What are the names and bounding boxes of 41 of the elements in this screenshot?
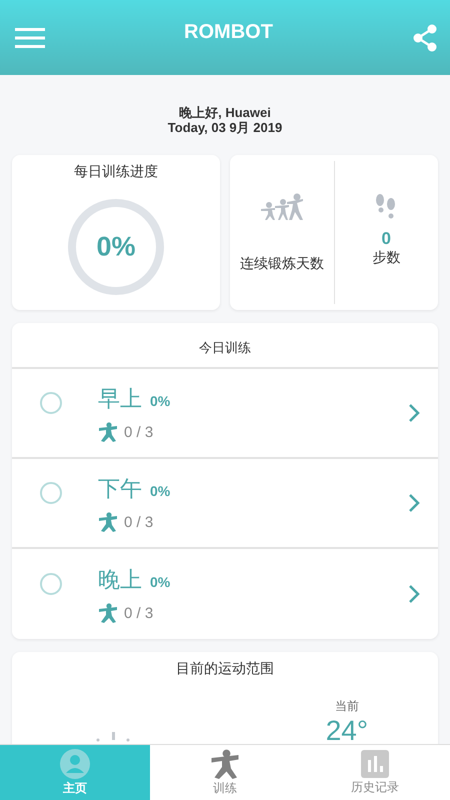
user-icon [60,748,90,778]
card-title: 目前的运动范围 [176,660,274,678]
exercise-figure-icon [98,422,118,442]
footprints-icon [375,193,398,221]
date-text: Today, 03 9月 2019 [168,120,282,135]
session-percent: 0% [150,483,170,499]
session-name: 下午 [98,475,142,503]
chevron-right-icon [408,493,420,513]
share-icon[interactable] [412,24,438,52]
progress-percent: 0% [96,232,136,262]
session-name: 早上 [98,385,142,413]
steps-value: 0 [382,229,391,249]
card-title: 每日训练进度 [74,163,158,181]
current-label: 当前 [334,698,359,715]
nav-tab[interactable]: 主页 [0,745,150,800]
app-title: ROMBOT [184,21,273,44]
session-count: 0 / 3 [124,604,154,622]
card-title: 今日训练 [12,323,438,369]
chevron-right-icon [408,403,420,423]
session-percent: 0% [150,393,170,409]
exercise-figure-icon [98,512,118,532]
session-name: 晚上 [98,566,142,594]
session-row[interactable]: 晚上 0% 0 / 3 [12,549,438,639]
exercise-figure-icon [98,603,118,623]
streak-label: 连续锻炼天数 [240,255,324,273]
session-count: 0 / 3 [124,514,154,530]
running-people-icon [258,193,305,221]
current-angle: 24° [326,715,368,744]
session-count: 0 / 3 [124,424,154,440]
greeting-text: 晚上好, Huawei [179,105,271,120]
chevron-right-icon [408,584,420,604]
checkbox[interactable] [40,392,62,414]
exercise-figure-icon [210,748,240,778]
bar-chart-icon [361,750,389,778]
menu-icon[interactable] [15,26,45,48]
checkbox[interactable] [40,573,62,595]
session-row[interactable]: 下午 0% 0 / 3 [12,459,438,549]
checkbox[interactable] [40,482,62,504]
session-percent: 0% [150,574,170,590]
steps-label: 步数 [372,249,400,267]
session-row[interactable]: 早上 0% 0 / 3 [12,369,438,459]
